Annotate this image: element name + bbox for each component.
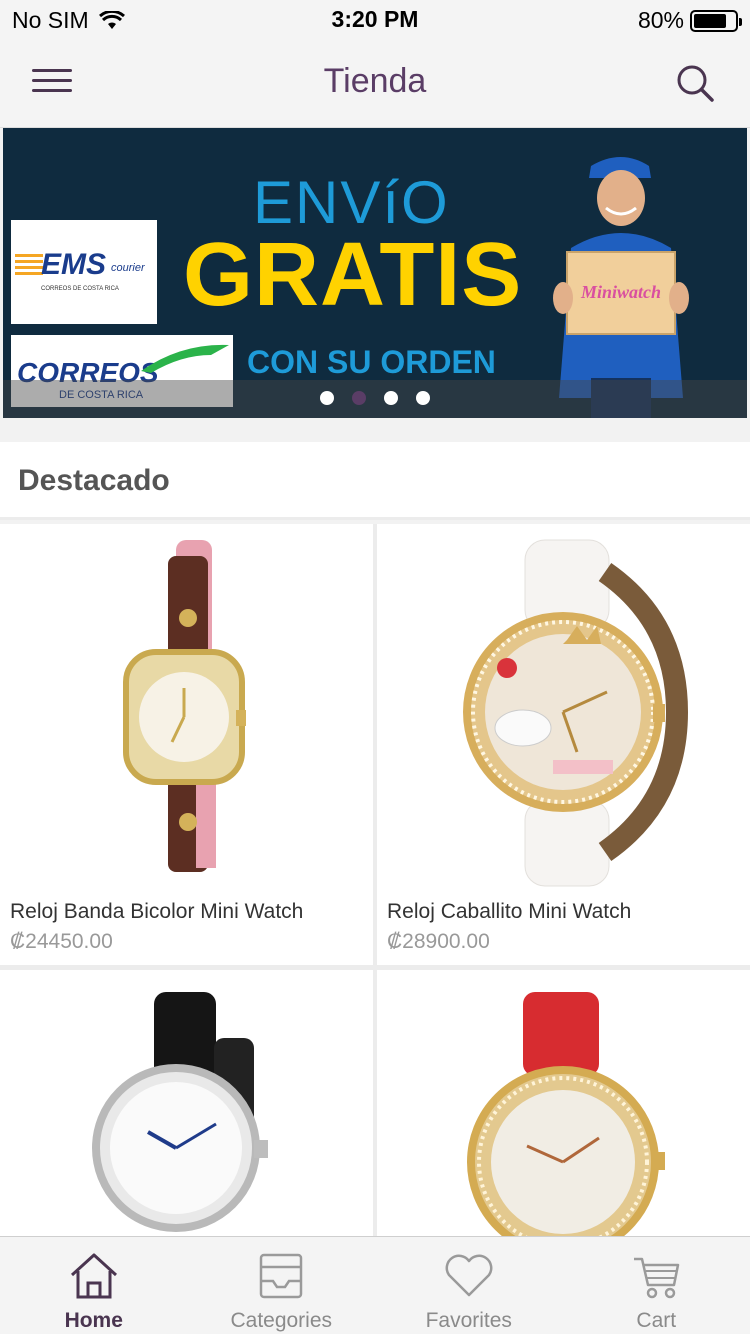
section-header: Destacado [0, 442, 750, 520]
nav-bar: Tienda [0, 40, 750, 128]
inbox-icon [260, 1253, 303, 1299]
svg-text:Miniwatch: Miniwatch [580, 282, 661, 302]
search-icon [677, 65, 714, 102]
tab-cart[interactable]: Cart [563, 1237, 750, 1334]
search-button[interactable] [672, 60, 720, 108]
product-name: Reloj Caballito Mini Watch [387, 900, 632, 923]
status-right: 80% [637, 7, 742, 34]
banner-subheadline: CON SU ORDEN [247, 344, 496, 380]
product-card[interactable]: Reloj Caballito Mini Watch ₡28900.00 [377, 524, 750, 965]
watch-image [463, 539, 689, 887]
product-grid: Reloj Banda Bicolor Mini Watch ₡24450.00… [0, 524, 750, 1236]
promo-banner[interactable]: EMS courier CORREOS DE COSTA RICA CORREO… [3, 128, 747, 418]
product-card[interactable] [377, 970, 750, 1236]
tab-label: Favorites [425, 1309, 512, 1332]
product-card[interactable] [0, 970, 373, 1236]
tab-label: Categories [230, 1309, 333, 1332]
heart-icon [445, 1254, 493, 1297]
carousel-dot[interactable] [384, 391, 398, 405]
product-price: ₡24450.00 [10, 930, 113, 953]
banner-headline-gratis: GRATIS [183, 225, 523, 325]
watch-image [467, 992, 665, 1236]
watch-image [92, 992, 268, 1232]
courier-illustration: Miniwatch [553, 157, 689, 418]
tab-categories[interactable]: Categories [188, 1237, 376, 1334]
tab-favorites[interactable]: Favorites [375, 1237, 563, 1334]
home-icon [70, 1253, 117, 1299]
tab-label: Cart [636, 1309, 677, 1332]
battery-percent: 80% [637, 7, 684, 33]
carousel-dot[interactable] [416, 391, 430, 405]
watch-image [123, 540, 246, 872]
battery-fill [694, 13, 726, 28]
section-title: Destacado [18, 464, 170, 497]
tab-home[interactable]: Home [0, 1237, 188, 1334]
cart-icon [634, 1257, 680, 1299]
carousel-dot[interactable] [352, 391, 366, 405]
product-card[interactable]: Reloj Banda Bicolor Mini Watch ₡24450.00 [0, 524, 373, 965]
product-name: Reloj Banda Bicolor Mini Watch [10, 900, 304, 923]
battery-icon [690, 9, 742, 32]
carousel-dot[interactable] [320, 391, 334, 405]
carousel-dots [3, 391, 747, 405]
status-bar: No SIM 3:20 PM 80% [0, 0, 750, 40]
page-title: Tienda [323, 62, 427, 100]
product-price: ₡28900.00 [387, 930, 490, 953]
tab-label: Home [64, 1309, 123, 1332]
ems-logo: EMS courier CORREOS DE COSTA RICA [11, 220, 157, 324]
tab-bar: Home Categories Favorites Cart [0, 1236, 750, 1334]
